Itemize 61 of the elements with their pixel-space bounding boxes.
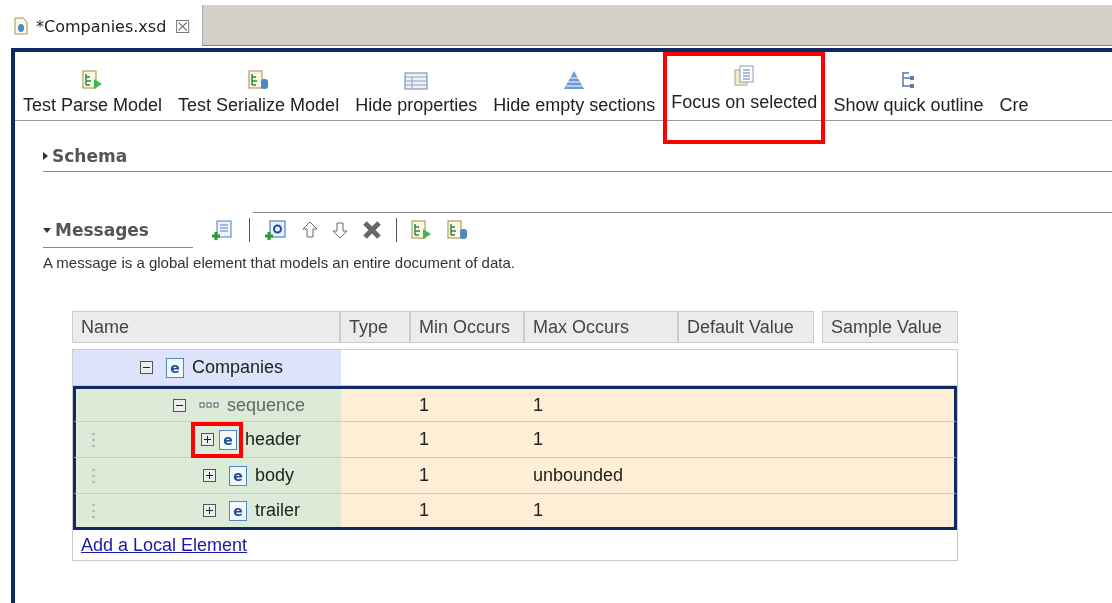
toolbar-button[interactable]: Hide properties bbox=[347, 52, 486, 120]
name-cell[interactable]: e body bbox=[76, 458, 341, 493]
document-play-icon bbox=[81, 70, 104, 90]
element-icon: e bbox=[219, 429, 237, 450]
section-title[interactable]: Messages bbox=[55, 220, 149, 240]
section-description: A message is a global element that models an entire document of data. bbox=[43, 254, 516, 271]
tree-outline-icon bbox=[900, 70, 917, 90]
document-cylinder-icon[interactable] bbox=[447, 219, 469, 241]
element-icon: e bbox=[229, 465, 247, 486]
drag-handle-icon[interactable] bbox=[92, 430, 95, 449]
document-cylinder-icon bbox=[247, 70, 270, 90]
toolbar-button[interactable]: Cre bbox=[991, 52, 1037, 120]
arrow-up-icon[interactable] bbox=[302, 221, 318, 239]
pyramid-icon bbox=[562, 70, 587, 90]
section-title[interactable]: Schema bbox=[52, 146, 128, 166]
table-cell-text: 1 bbox=[418, 394, 429, 416]
name-cell[interactable]: sequence bbox=[76, 389, 341, 421]
expand-toggle-icon[interactable] bbox=[172, 398, 186, 412]
expand-toggle-icon[interactable] bbox=[201, 433, 214, 446]
expand-toggle-icon[interactable] bbox=[202, 469, 216, 482]
column-header[interactable]: Default Value bbox=[678, 311, 814, 343]
column-header[interactable]: Sample Value bbox=[822, 311, 958, 343]
documents-icon bbox=[733, 65, 756, 87]
add-element-link[interactable]: Add a Local Element bbox=[81, 534, 248, 556]
toolbar-button[interactable]: Hide empty sections bbox=[485, 52, 664, 120]
arrow-down-icon[interactable] bbox=[332, 221, 348, 239]
toolbar-button[interactable]: Test Parse Model bbox=[15, 52, 171, 120]
table-cell-text: unbounded bbox=[532, 465, 624, 486]
column-header[interactable]: Min Occurs bbox=[410, 311, 524, 343]
sequence-icon bbox=[199, 401, 219, 409]
table-cell-text: 1 bbox=[532, 394, 543, 416]
xsd-file-icon bbox=[14, 17, 28, 35]
name-cell[interactable]: e header bbox=[76, 422, 341, 457]
element-icon: e bbox=[229, 500, 247, 521]
expand-toggle-icon[interactable] bbox=[139, 361, 153, 374]
name-cell[interactable]: e trailer bbox=[76, 494, 341, 527]
close-icon[interactable]: ☒ bbox=[174, 15, 191, 37]
table-cell-text: 1 bbox=[532, 429, 543, 450]
table-cell-text: 1 bbox=[532, 500, 543, 521]
expand-toggle-icon[interactable] bbox=[202, 504, 216, 517]
document-play-icon[interactable] bbox=[411, 219, 433, 241]
table-cell-text: 1 bbox=[418, 500, 429, 521]
column-header[interactable]: Name bbox=[72, 311, 340, 343]
toolbar-button[interactable]: Show quick outline bbox=[825, 52, 992, 120]
add-message-icon[interactable] bbox=[211, 219, 235, 241]
table-cell-text: 1 bbox=[418, 465, 429, 486]
toolbar-button[interactable]: Focus on selected bbox=[663, 52, 826, 144]
column-header[interactable]: Type bbox=[340, 311, 410, 343]
delete-icon[interactable] bbox=[362, 220, 382, 240]
column-header[interactable]: Max Occurs bbox=[524, 311, 678, 343]
drag-handle-icon[interactable] bbox=[92, 501, 95, 520]
table-cell-text: 1 bbox=[418, 429, 429, 450]
drag-handle-icon[interactable] bbox=[92, 466, 95, 485]
expand-toggle-icon[interactable] bbox=[43, 152, 48, 160]
tab-title: *Companies.xsd bbox=[36, 16, 167, 36]
element-icon: e bbox=[166, 357, 184, 378]
name-cell[interactable]: e Companies bbox=[73, 350, 341, 385]
toolbar-button[interactable]: Test Serialize Model bbox=[170, 52, 348, 120]
table-icon bbox=[404, 72, 429, 90]
add-element-icon[interactable] bbox=[264, 219, 288, 241]
expand-toggle-icon[interactable] bbox=[43, 227, 51, 233]
